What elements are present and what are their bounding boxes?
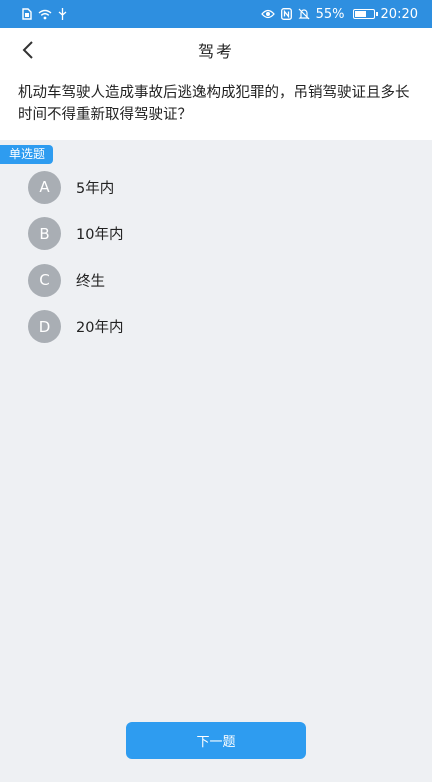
option-d[interactable]: D 20年内 — [0, 304, 432, 351]
question-text: 机动车驾驶人造成事故后逃逸构成犯罪的，吊销驾驶证且多长时间不得重新取得驾驶证？ — [18, 85, 410, 123]
nfc-icon — [280, 8, 292, 20]
eye-icon — [260, 9, 275, 19]
back-button[interactable] — [14, 36, 42, 64]
battery-fill — [354, 11, 366, 17]
options-list: A 5年内 B 10年内 C 终生 D 20年内 — [0, 164, 432, 350]
status-bar: 55% 20:20 — [0, 0, 432, 28]
battery-percent: 55% — [315, 6, 345, 22]
option-c[interactable]: C 终生 — [0, 257, 432, 304]
option-a[interactable]: A 5年内 — [0, 164, 432, 211]
option-text: 10年内 — [76, 227, 124, 244]
question-type-badge: 单选题 — [0, 145, 54, 164]
option-text: 5年内 — [76, 180, 115, 197]
option-b[interactable]: B 10年内 — [0, 211, 432, 258]
clock: 20:20 — [380, 6, 418, 22]
option-letter: C — [28, 263, 61, 297]
status-right: 55% 20:20 — [260, 6, 418, 22]
option-text: 终生 — [76, 273, 105, 290]
top-nav-bar: 驾考 — [0, 28, 432, 72]
option-letter: B — [28, 217, 61, 251]
mute-icon — [298, 8, 310, 20]
chevron-left-icon — [22, 41, 33, 59]
option-text: 20年内 — [76, 320, 124, 337]
page-title: 驾考 — [197, 42, 234, 61]
battery-icon — [352, 9, 378, 19]
wifi-icon — [38, 9, 52, 20]
option-letter: A — [28, 170, 61, 204]
question-card: 机动车驾驶人造成事故后逃逸构成犯罪的，吊销驾驶证且多长时间不得重新取得驾驶证？ — [0, 72, 432, 140]
usb-icon — [58, 8, 67, 20]
sim-icon — [22, 8, 32, 20]
status-left — [22, 8, 67, 20]
next-question-button[interactable]: 下一题 — [126, 722, 306, 759]
option-letter: D — [28, 310, 61, 344]
